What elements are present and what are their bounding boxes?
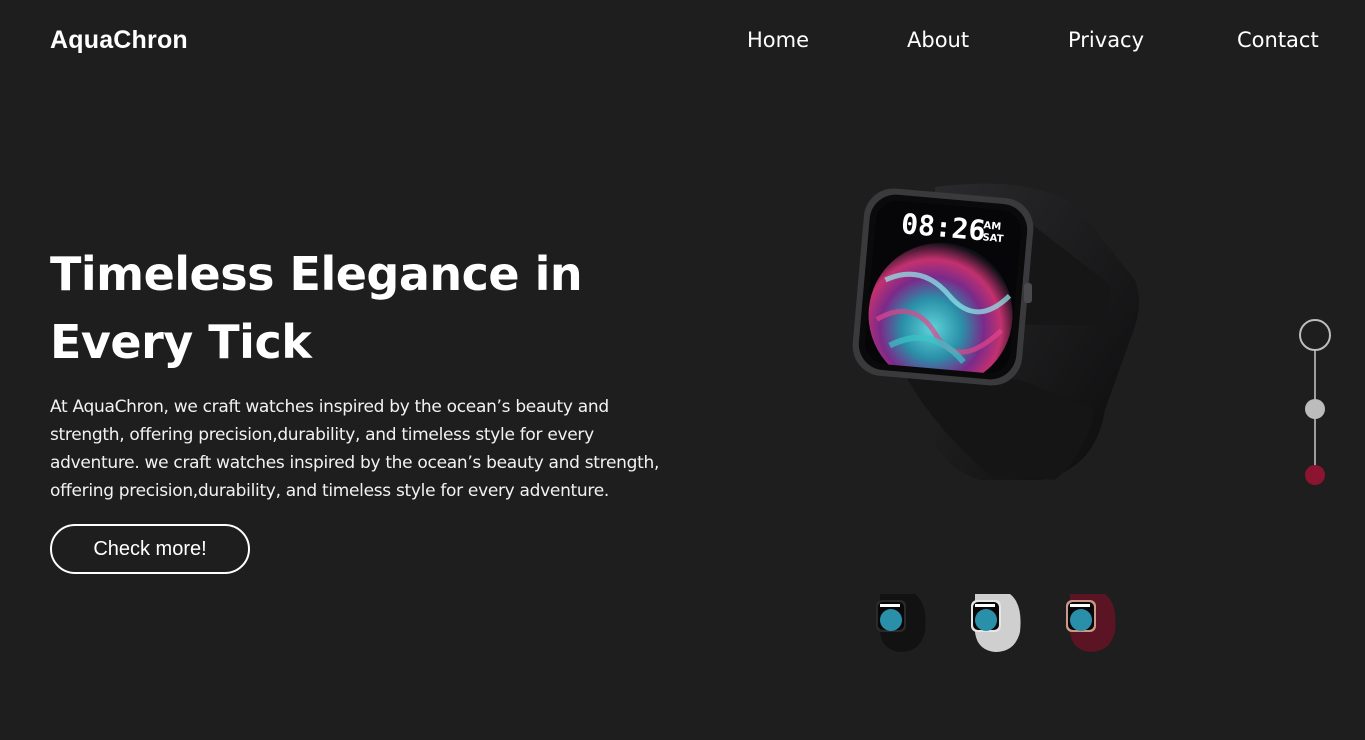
main-nav: Home About Privacy Contact xyxy=(0,28,1365,58)
hero-title-line1: Timeless Elegance in xyxy=(50,247,583,301)
hero-description: At AquaChron, we craft watches inspired … xyxy=(50,397,660,501)
variant-black-thumb[interactable] xyxy=(870,592,930,654)
slide-dot-3[interactable] xyxy=(1305,465,1325,485)
nav-about[interactable]: About xyxy=(907,28,969,52)
nav-contact[interactable]: Contact xyxy=(1237,28,1319,52)
smartwatch-image: 08:26 AM SAT xyxy=(852,183,1139,481)
watch-ampm: AM xyxy=(983,220,1002,233)
variant-thumbnails xyxy=(0,592,1365,656)
hero-title-line2: Every Tick xyxy=(50,315,312,369)
slide-dot-2[interactable] xyxy=(1305,399,1325,419)
slide-indicator xyxy=(1290,315,1340,495)
variant-wine-thumb[interactable] xyxy=(1060,592,1120,654)
watch-day: SAT xyxy=(982,232,1004,245)
nav-privacy[interactable]: Privacy xyxy=(1068,28,1144,52)
hero-title: Timeless Elegance in Every Tick xyxy=(50,240,670,376)
variant-silver-thumb[interactable] xyxy=(965,592,1025,654)
slide-dot-1[interactable] xyxy=(1299,319,1331,351)
nav-home[interactable]: Home xyxy=(747,28,809,52)
check-more-button[interactable]: Check more! xyxy=(50,524,250,574)
